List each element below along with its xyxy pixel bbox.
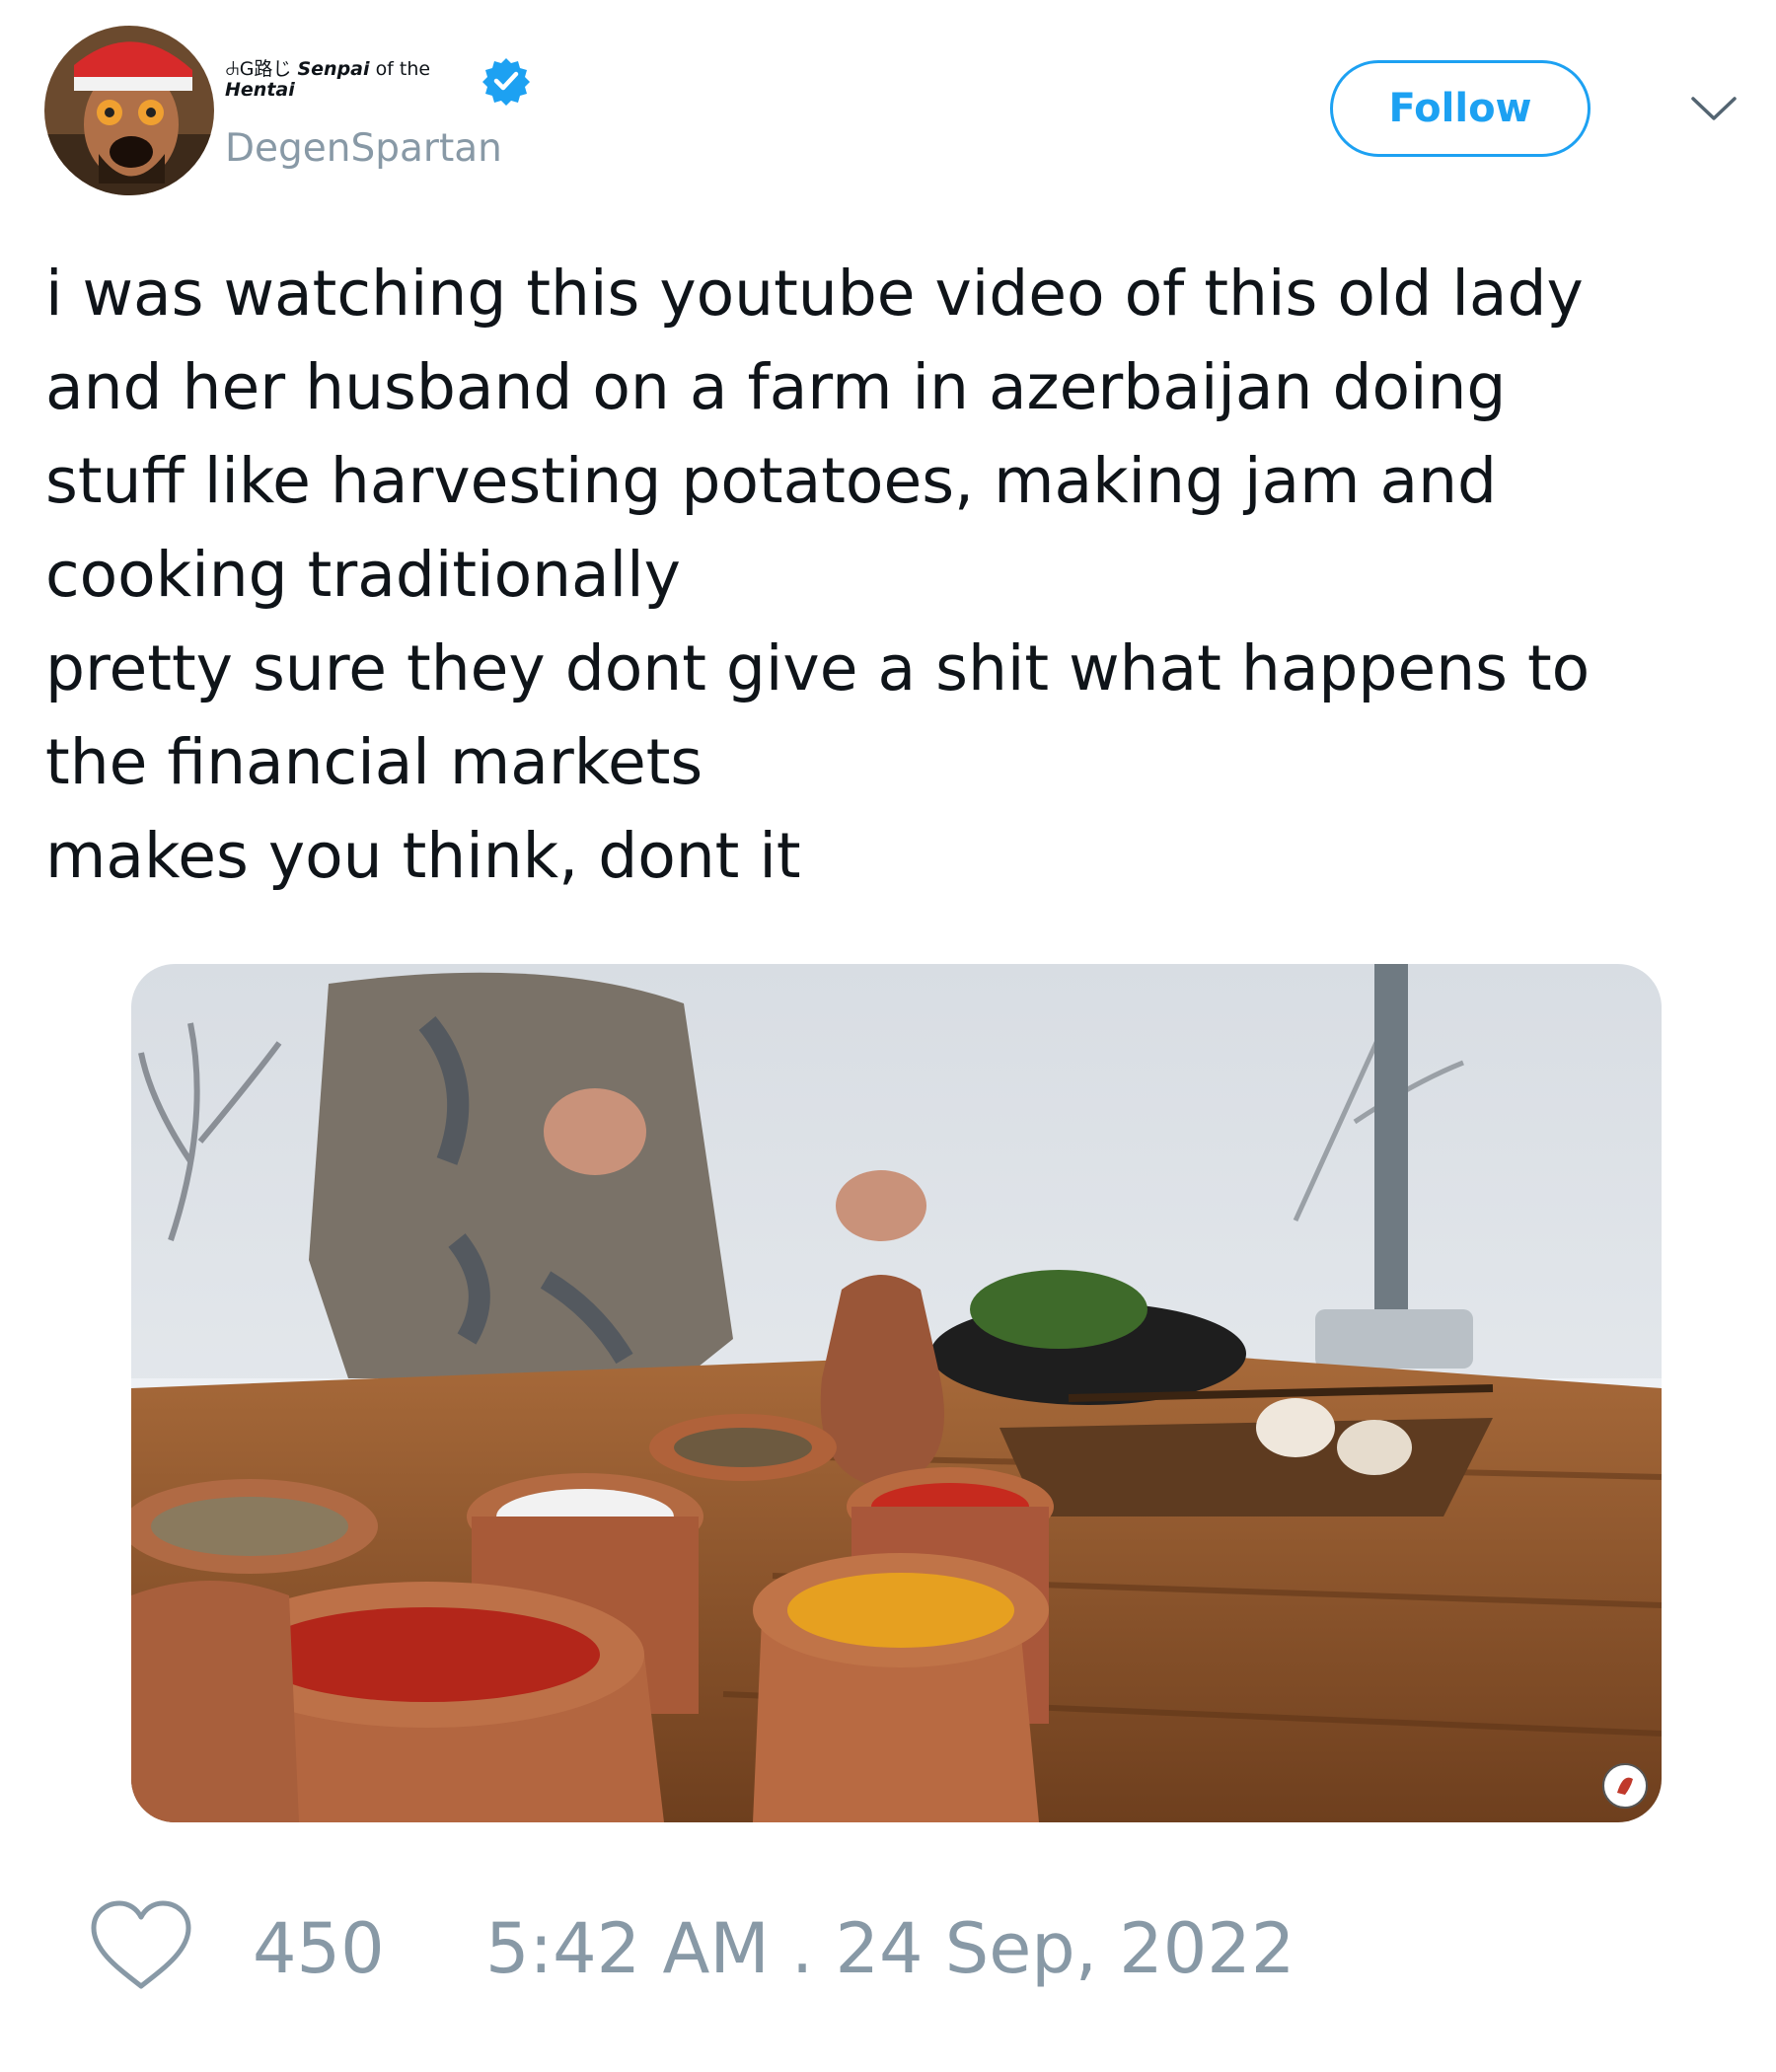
tweet-line: cooking traditionally — [45, 539, 681, 611]
chevron-down-icon[interactable] — [1689, 89, 1739, 128]
tweet-line: stuff like harvesting potatoes, making j… — [45, 445, 1498, 517]
display-name-line2: Hentai — [225, 79, 295, 101]
avatar[interactable] — [44, 26, 214, 195]
display-name[interactable]: ꕈG路じ Senpai of the Hentai — [225, 59, 481, 101]
tweet-line: the financial markets — [45, 726, 703, 798]
tweet-media-image[interactable] — [131, 964, 1662, 1822]
photo-spices-in-clay-pots — [131, 964, 1662, 1822]
tweet-text: i was watching this youtube video of thi… — [45, 247, 1762, 903]
follow-button[interactable]: Follow — [1330, 60, 1591, 157]
verified-badge-icon — [481, 56, 531, 106]
tweet-line: and her husband on a farm in azerbaijan … — [45, 351, 1507, 423]
tweet-line: makes you think, dont it — [45, 820, 801, 892]
display-name-bold: Senpai — [297, 58, 370, 80]
avatar-image — [44, 26, 214, 195]
like-count: 450 — [253, 1908, 385, 1989]
display-name-suffix: of the — [375, 58, 431, 80]
tweet-line: pretty sure they dont give a shit what h… — [45, 632, 1591, 704]
heart-icon[interactable] — [89, 1899, 193, 1992]
user-handle[interactable]: DegenSpartan — [225, 126, 502, 171]
display-name-prefix: ꕈG路じ — [225, 58, 292, 80]
tweet-timestamp[interactable]: 5:42 AM . 24 Sep, 2022 — [485, 1907, 1295, 1990]
tweet-line: i was watching this youtube video of thi… — [45, 258, 1584, 330]
